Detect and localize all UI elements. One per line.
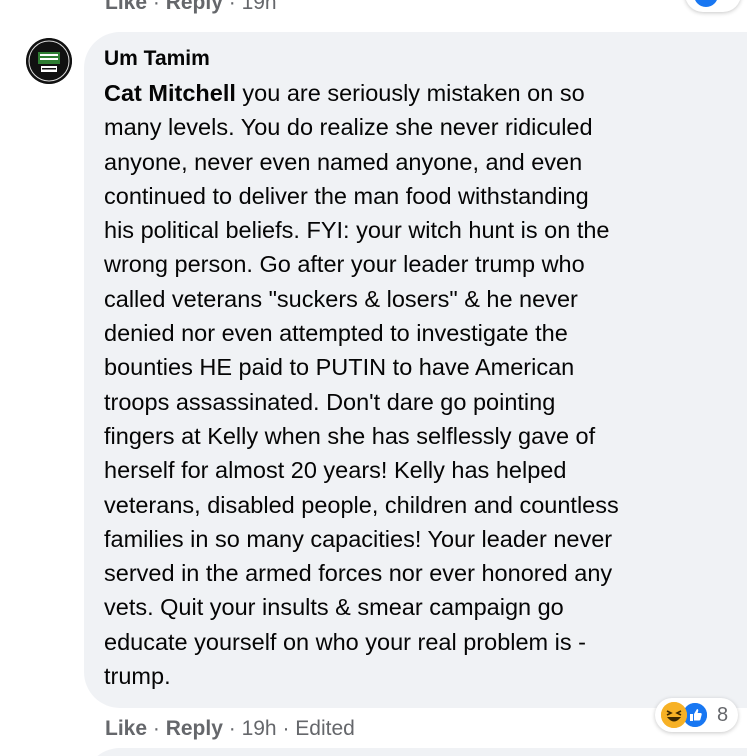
timestamp[interactable]: 19h <box>242 717 277 740</box>
comment-line-text: you are seriously mistaken on so <box>235 80 585 106</box>
comment-line: Cat Mitchell you are seriously mistaken … <box>104 76 744 110</box>
separator: · <box>228 717 242 740</box>
next-comment-bubble <box>84 748 747 756</box>
reply-link[interactable]: Reply <box>166 717 223 740</box>
comment-line: educate yourself on who your real proble… <box>104 628 586 655</box>
comment-line: trump. <box>104 663 171 690</box>
comment-actions: Like · Reply · 19h · Edited <box>105 715 355 743</box>
like-link[interactable]: Like <box>105 0 147 14</box>
comment-line: continued to deliver the man food withst… <box>104 182 589 209</box>
timestamp[interactable]: 19h <box>242 0 277 14</box>
separator: · <box>282 717 296 740</box>
previous-comment-actions: Like · Reply · 19h <box>105 0 277 16</box>
edited-label[interactable]: Edited <box>295 717 355 740</box>
comment-line: fingers at Kelly when she has selflessly… <box>104 422 596 449</box>
comment-author[interactable]: Um Tamim <box>104 44 210 74</box>
like-link[interactable]: Like <box>105 717 147 740</box>
like-icon <box>692 0 720 9</box>
haha-icon <box>661 702 687 728</box>
comment-line: herself for almost 20 years! Kelly has h… <box>104 457 567 484</box>
comment-line: veterans, disabled people, children and … <box>104 491 619 518</box>
comment-line: anyone, never even named anyone, and eve… <box>104 148 583 175</box>
comment-line: many levels. You do realize she never ri… <box>104 114 593 141</box>
comment-line: called veterans "suckers & losers" & he … <box>104 285 578 312</box>
comment-line: wrong person. Go after your leader trump… <box>104 251 585 278</box>
comment-line: vets. Quit your insults & smear campaign… <box>104 594 564 621</box>
reply-link[interactable]: Reply <box>166 0 223 14</box>
separator: · <box>152 0 166 14</box>
reaction-count: 8 <box>717 703 729 726</box>
avatar[interactable] <box>26 38 72 84</box>
comment-line: bounties HE paid to PUTIN to have Americ… <box>104 354 575 381</box>
previous-reactions-badge[interactable] <box>685 0 741 12</box>
comment-line: denied nor even attempted to investigate… <box>104 320 568 347</box>
separator: · <box>152 717 166 740</box>
comment-line: his political beliefs. FYI: your witch h… <box>104 217 610 244</box>
mention-link[interactable]: Cat Mitchell <box>104 80 236 106</box>
avatar-image <box>26 38 72 84</box>
comment-thread: Like · Reply · 19h Um Tamim Cat Mitchell… <box>0 0 747 756</box>
comment-line: troops assassinated. Don't dare go point… <box>104 388 556 415</box>
comment-line: served in the armed forces nor ever hono… <box>104 560 613 587</box>
comment-body: Cat Mitchell you are seriously mistaken … <box>104 76 744 693</box>
reactions-badge[interactable]: 8 <box>655 698 739 732</box>
separator: · <box>228 0 242 14</box>
comment-line: families in so many capacities! Your lea… <box>104 525 613 552</box>
